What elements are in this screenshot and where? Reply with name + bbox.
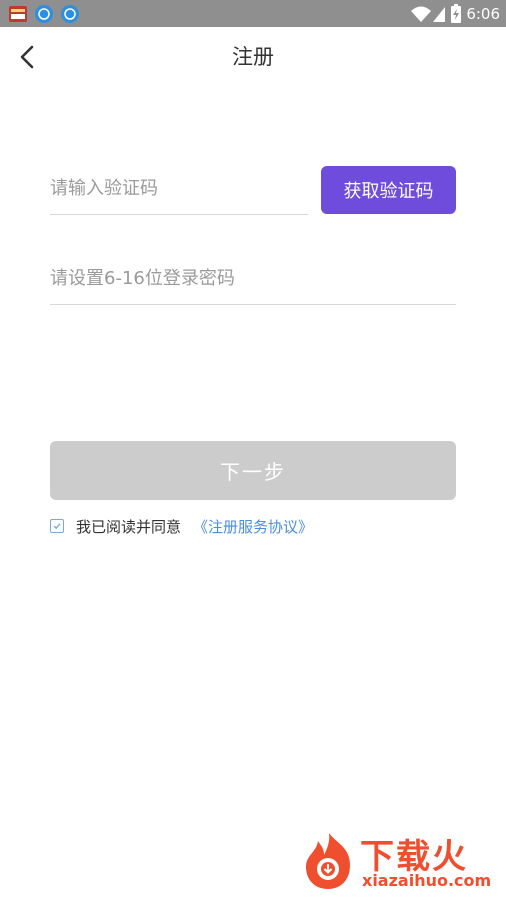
app-icon-2 bbox=[34, 4, 54, 24]
flame-logo-icon bbox=[306, 833, 350, 889]
agreement-link[interactable]: 《注册服务协议》 bbox=[193, 516, 313, 537]
status-bar: 6:06 bbox=[0, 0, 506, 27]
verification-code-input[interactable] bbox=[50, 164, 308, 212]
agreement-checkbox[interactable] bbox=[50, 519, 64, 533]
agreement-text: 我已阅读并同意 bbox=[76, 517, 182, 536]
password-input[interactable] bbox=[50, 254, 456, 302]
agreement-row: 我已阅读并同意 《注册服务协议》 bbox=[50, 515, 313, 537]
header: 注册 bbox=[0, 27, 506, 87]
signal-icon bbox=[432, 4, 446, 24]
verification-code-field[interactable] bbox=[50, 164, 308, 215]
wifi-icon bbox=[410, 4, 432, 24]
checkbox-check-icon bbox=[53, 523, 61, 530]
password-field[interactable] bbox=[50, 254, 456, 305]
app-icon-3 bbox=[60, 4, 80, 24]
battery-icon bbox=[450, 4, 462, 24]
watermark-logo: 下载火 xiazaihuo.com bbox=[300, 829, 500, 893]
app-icon-1 bbox=[8, 4, 28, 24]
watermark-domain: xiazaihuo.com bbox=[362, 871, 492, 890]
page-title: 注册 bbox=[232, 45, 274, 69]
next-step-button[interactable]: 下一步 bbox=[50, 441, 456, 500]
status-time: 6:06 bbox=[466, 5, 500, 23]
get-code-button[interactable]: 获取验证码 bbox=[321, 166, 456, 214]
